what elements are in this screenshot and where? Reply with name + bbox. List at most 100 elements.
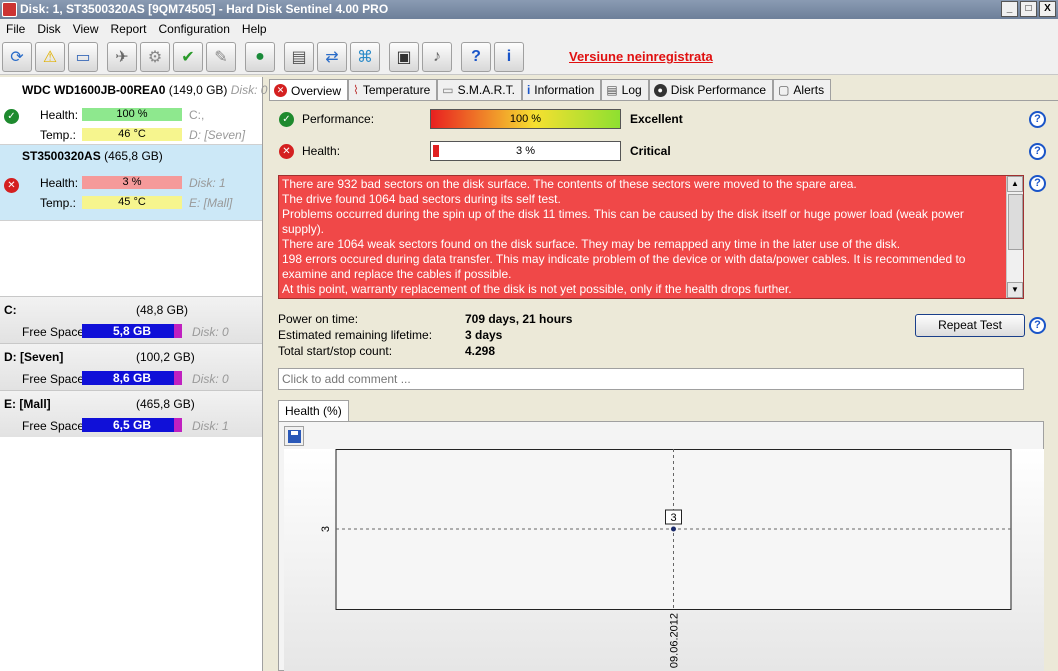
help-button[interactable]: ?: [461, 41, 491, 72]
health-chart-panel: 3 3 09.06.2012: [278, 421, 1044, 671]
sound-icon: ♪: [433, 47, 441, 65]
chart-area: 3 3 09.06.2012: [284, 449, 1044, 671]
free-space-bar: 6,5 GB: [82, 418, 182, 432]
volume-card-d[interactable]: D: [Seven] (100,2 GB) Free Space 8,6 GB …: [0, 343, 262, 390]
health-bar: 3 %: [430, 141, 621, 161]
help-icon[interactable]: ?: [1029, 111, 1046, 128]
bird-button[interactable]: ✈: [107, 41, 137, 72]
help-icon[interactable]: ?: [1029, 317, 1046, 334]
tab-label: Alerts: [793, 83, 825, 97]
network-icon: ⌘: [357, 48, 373, 66]
message-line: Problems occurred during the spin up of …: [282, 207, 964, 236]
monitor-button[interactable]: ▣: [389, 41, 419, 72]
lifetime-label: Estimated remaining lifetime:: [278, 328, 433, 342]
disk-repair-button[interactable]: ✎: [206, 41, 236, 72]
health-bar: 3 %: [82, 176, 182, 189]
startstop-label: Total start/stop count:: [278, 344, 393, 358]
title-bar: Disk: 1, ST3500320AS [9QM74505] - Hard D…: [0, 0, 1058, 19]
tab-health-chart[interactable]: Health (%): [278, 400, 349, 421]
scroll-thumb[interactable]: [1008, 194, 1023, 250]
menu-view[interactable]: View: [67, 22, 105, 36]
scroll-down-icon[interactable]: ▼: [1007, 282, 1023, 298]
free-space-label: Free Space: [22, 372, 85, 386]
tab-overview[interactable]: ✕ Overview: [269, 79, 349, 101]
comment-field[interactable]: Click to add comment ...: [278, 368, 1024, 390]
performance-bar: 100 %: [430, 109, 621, 129]
volume-card-c[interactable]: C: (48,8 GB) Free Space 5,8 GB Disk: 0: [0, 296, 262, 343]
menu-disk[interactable]: Disk: [31, 22, 66, 36]
tab-temperature[interactable]: ⌇ Temperature: [348, 79, 438, 100]
tab-disk-performance[interactable]: ● Disk Performance: [648, 79, 774, 100]
tab-label: S.M.A.R.T.: [457, 83, 515, 97]
refresh-button[interactable]: ⟳: [2, 41, 32, 72]
unregistered-link[interactable]: Versiune neinregistrata: [569, 49, 713, 64]
temp-label: Temp.:: [40, 128, 77, 142]
volume-disk: Disk: 0: [192, 372, 229, 386]
maximize-button[interactable]: □: [1020, 1, 1037, 17]
health-bar-fill: [433, 145, 439, 157]
message-line: At this point, warranty replacement of t…: [282, 282, 792, 296]
volume-size: (100,2 GB): [136, 350, 195, 364]
free-space-bar: 8,6 GB: [82, 371, 182, 385]
scroll-up-icon[interactable]: ▲: [1007, 176, 1023, 192]
volume-ref: C:,: [189, 108, 205, 122]
close-button[interactable]: X: [1039, 1, 1056, 17]
tab-label: Temperature: [362, 83, 431, 97]
tab-alerts[interactable]: ▢ Alerts: [773, 79, 832, 100]
message-scrollbar[interactable]: ▲ ▼: [1006, 176, 1023, 298]
report-button[interactable]: ▤: [284, 41, 314, 72]
repeat-test-button[interactable]: Repeat Test: [915, 314, 1025, 337]
disk-test-button[interactable]: ⚙: [140, 41, 170, 72]
critical-status-icon: ✕: [279, 144, 294, 159]
performance-label: Performance:: [302, 112, 375, 126]
data-point: [671, 526, 676, 532]
menu-configuration[interactable]: Configuration: [153, 22, 236, 36]
disk-button[interactable]: ▭: [68, 41, 98, 72]
tab-underline: [269, 100, 1058, 101]
sound-button[interactable]: ♪: [422, 41, 452, 72]
disk-check-button[interactable]: ✔: [173, 41, 203, 72]
tab-label: Overview: [291, 83, 342, 98]
tab-label: Information: [534, 83, 595, 97]
menu-help[interactable]: Help: [236, 22, 273, 36]
report-icon: ▤: [291, 48, 307, 66]
alert-button[interactable]: ⚠: [35, 41, 65, 72]
globe-button[interactable]: ●: [245, 41, 275, 72]
bird-icon: ✈: [115, 48, 129, 66]
tab-label: Log: [621, 83, 642, 97]
app-icon: [2, 2, 17, 17]
sync-button[interactable]: ⇄: [317, 41, 347, 72]
disk-check-icon: ✔: [181, 48, 195, 66]
disk-card-1[interactable]: ST3500320AS (465,8 GB) ✕ Health: 3 % Dis…: [0, 145, 262, 221]
health-row: ✕ Health: 3 % Critical: [277, 141, 1037, 161]
menu-file[interactable]: File: [0, 22, 31, 36]
globe-icon: ●: [255, 47, 265, 65]
log-icon: ▤: [606, 83, 618, 97]
message-line: The drive found 1064 bad sectors during …: [282, 192, 561, 206]
disk-icon: ▭: [442, 83, 454, 97]
network-button[interactable]: ⌘: [350, 41, 380, 72]
thermometer-icon: ⌇: [353, 83, 359, 97]
help-icon[interactable]: ?: [1029, 175, 1046, 192]
temp-label: Temp.:: [40, 196, 77, 210]
tab-log[interactable]: ▤ Log: [601, 79, 649, 100]
alerts-icon: ▢: [778, 83, 790, 97]
tab-smart[interactable]: ▭ S.M.A.R.T.: [437, 79, 522, 100]
data-label: 3: [670, 512, 676, 524]
info-icon: i: [526, 83, 531, 97]
menu-report[interactable]: Report: [104, 22, 152, 36]
health-label: Health:: [302, 144, 341, 158]
tab-information[interactable]: i Information: [521, 79, 602, 100]
help-icon[interactable]: ?: [1029, 143, 1046, 160]
disk-title: WDC WD1600JB-00REA0 (149,0 GB) Disk: 0: [22, 83, 267, 97]
temp-bar: 46 °C: [82, 128, 182, 141]
disk-card-0[interactable]: WDC WD1600JB-00REA0 (149,0 GB) Disk: 0 ✓…: [0, 77, 267, 145]
minimize-button[interactable]: _: [1001, 1, 1018, 17]
volume-disk: Disk: 1: [192, 419, 229, 433]
save-chart-button[interactable]: [284, 426, 304, 446]
disk-model: WDC WD1600JB-00REA0: [22, 83, 166, 97]
about-button[interactable]: i: [494, 41, 524, 72]
refresh-icon: ⟳: [10, 48, 24, 66]
volume-card-e[interactable]: E: [Mall] (465,8 GB) Free Space 6,5 GB D…: [0, 390, 262, 437]
tab-label: Disk Performance: [670, 83, 767, 97]
